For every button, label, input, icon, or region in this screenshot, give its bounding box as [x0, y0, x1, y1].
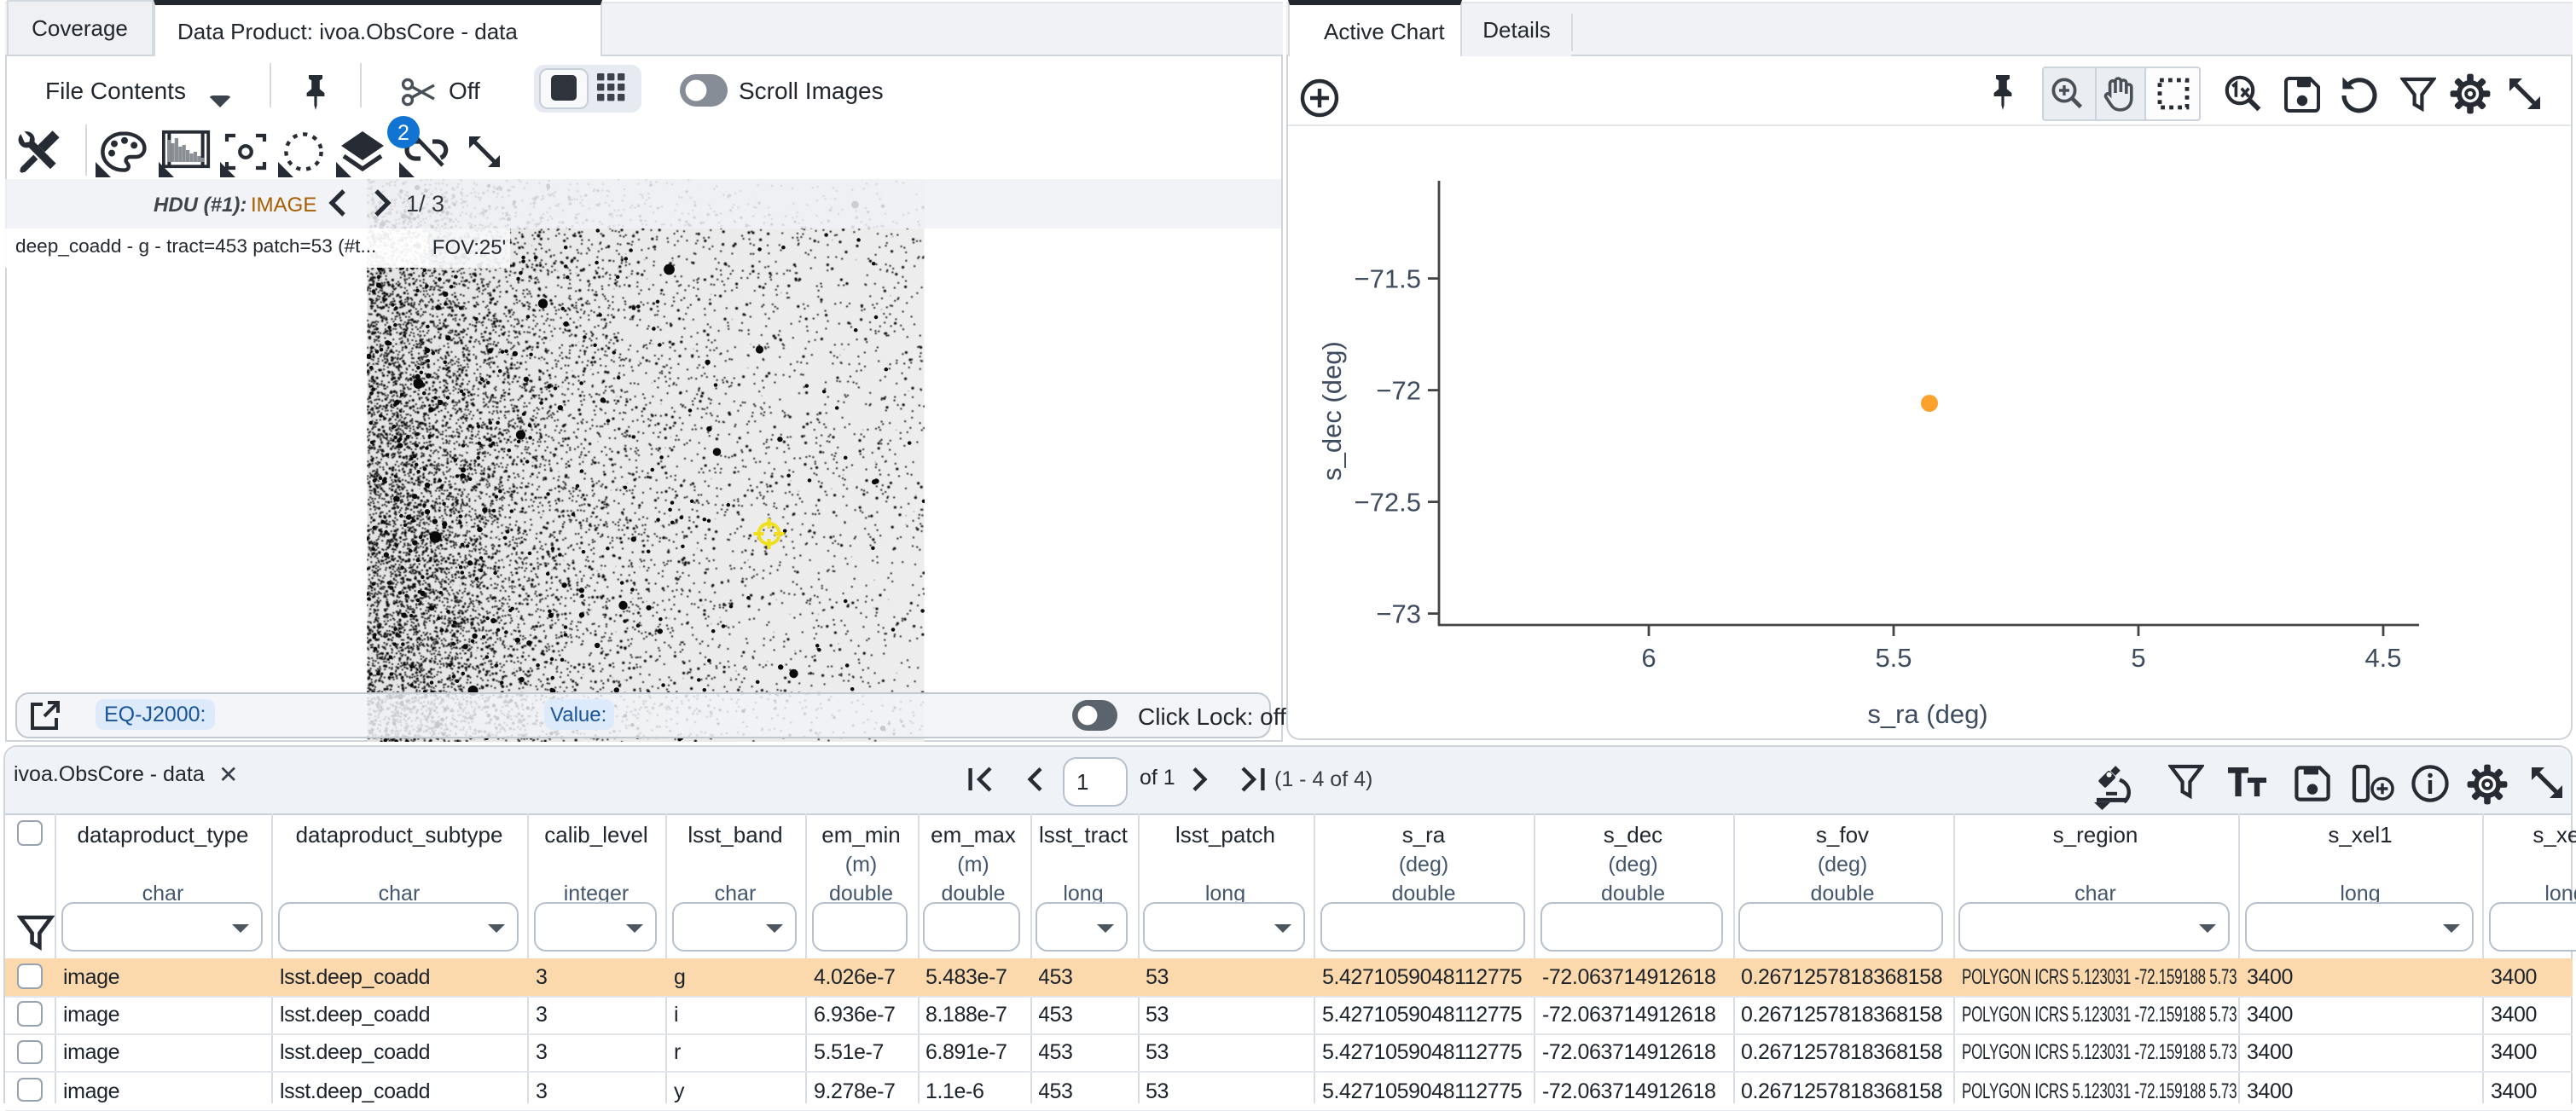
svg-text:6: 6: [1641, 643, 1656, 673]
svg-text:5.5: 5.5: [1875, 643, 1912, 673]
svg-text:−72: −72: [1376, 376, 1421, 406]
svg-text:s_ra (deg): s_ra (deg): [1867, 699, 1987, 729]
svg-text:5: 5: [2131, 643, 2145, 673]
svg-text:4.5: 4.5: [2364, 643, 2401, 673]
svg-text:−73: −73: [1376, 599, 1421, 629]
svg-text:−71.5: −71.5: [1355, 264, 1421, 294]
svg-text:−72.5: −72.5: [1355, 488, 1421, 518]
svg-text:s_dec (deg): s_dec (deg): [1317, 341, 1347, 481]
